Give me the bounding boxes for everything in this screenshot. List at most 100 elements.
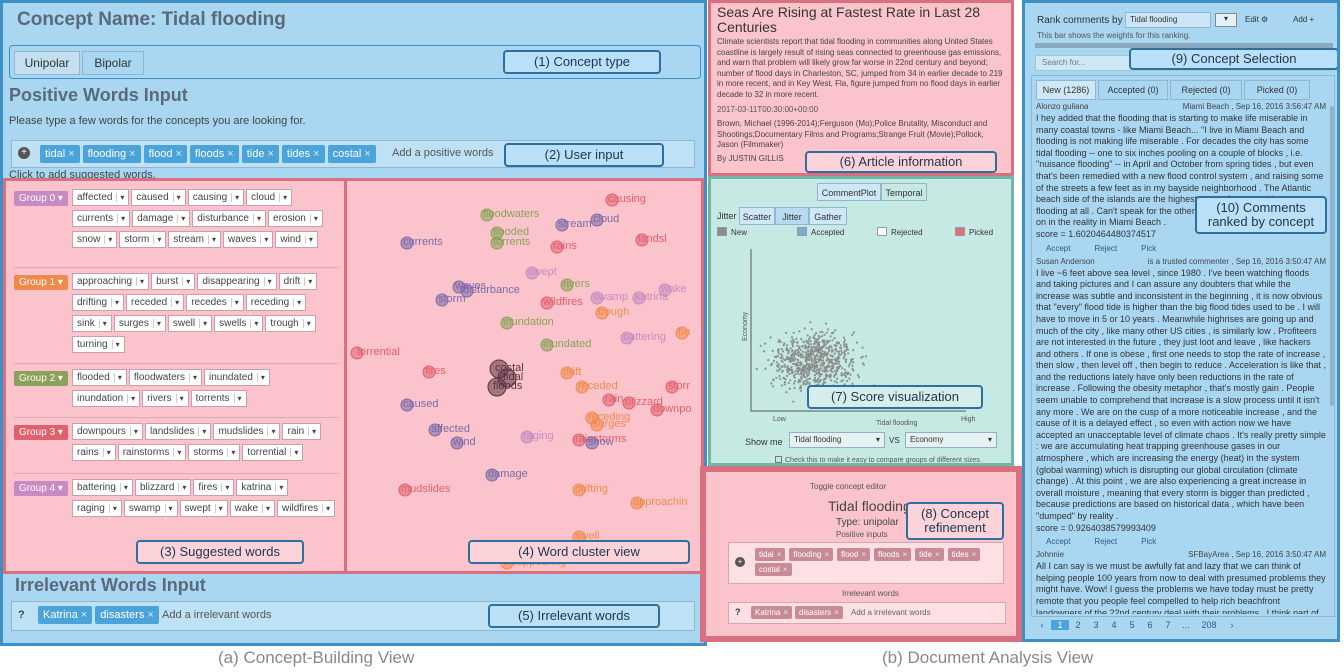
- suggested-word[interactable]: katrina ▾: [236, 479, 289, 496]
- close-icon[interactable]: ×: [834, 608, 839, 617]
- comment-point[interactable]: [846, 379, 849, 382]
- comment-point[interactable]: [833, 370, 836, 373]
- comment-point[interactable]: [790, 350, 794, 353]
- chevron-down-icon[interactable]: ▾: [267, 427, 275, 436]
- comment-point[interactable]: [843, 339, 846, 342]
- comment-point[interactable]: [841, 351, 844, 355]
- plus-icon[interactable]: +: [18, 147, 30, 159]
- suggested-word[interactable]: wake ▾: [229, 500, 276, 517]
- comment-point[interactable]: [843, 355, 846, 358]
- chevron-down-icon[interactable]: ▾: [127, 394, 135, 403]
- comment-point[interactable]: [813, 369, 816, 372]
- suggested-word[interactable]: rains ▾: [72, 444, 116, 461]
- comment-point[interactable]: [841, 367, 844, 370]
- word-chip[interactable]: flooding ×: [789, 548, 834, 561]
- comment-point[interactable]: [785, 391, 788, 394]
- comment-point[interactable]: [819, 355, 822, 358]
- comment-point[interactable]: [772, 378, 775, 381]
- suggested-word[interactable]: floodwaters ▾: [128, 369, 202, 386]
- chevron-down-icon[interactable]: ▾: [173, 448, 181, 457]
- comment-point[interactable]: [836, 342, 839, 345]
- comment-point[interactable]: [818, 341, 821, 344]
- chevron-down-icon[interactable]: ▾: [117, 214, 125, 223]
- legend-item[interactable]: Accepted: [797, 227, 844, 237]
- comment-point[interactable]: [783, 342, 786, 345]
- chevron-down-icon[interactable]: ▾: [102, 448, 111, 457]
- comment-point[interactable]: [794, 369, 797, 373]
- comment-point[interactable]: [837, 352, 840, 355]
- comment-point[interactable]: [755, 367, 758, 371]
- comment-point[interactable]: [795, 337, 798, 340]
- comment-point[interactable]: [845, 345, 848, 348]
- comment-point[interactable]: [862, 363, 866, 366]
- comment-point[interactable]: [790, 336, 794, 339]
- comment-point[interactable]: [835, 345, 838, 348]
- suggested-word[interactable]: torrents ▾: [190, 390, 247, 407]
- comment-point[interactable]: [831, 361, 834, 364]
- word-chip[interactable]: Katrina ×: [751, 606, 793, 619]
- close-icon[interactable]: ×: [364, 148, 370, 160]
- suggested-word[interactable]: rainstorms ▾: [117, 444, 187, 461]
- comment-point[interactable]: [795, 367, 799, 370]
- suggested-word[interactable]: inundated ▾: [203, 369, 270, 386]
- comment-point[interactable]: [782, 344, 785, 347]
- mode-jitter[interactable]: Jitter: [775, 207, 809, 225]
- comment-point[interactable]: [808, 355, 811, 358]
- comment-point[interactable]: [800, 356, 803, 359]
- comment-point[interactable]: [822, 359, 825, 362]
- suggested-word[interactable]: blizzard ▾: [134, 479, 192, 496]
- suggested-word[interactable]: receded ▾: [126, 294, 185, 311]
- comment-point[interactable]: [783, 381, 786, 384]
- comment-point[interactable]: [823, 353, 827, 356]
- chevron-down-icon[interactable]: ▾: [98, 319, 107, 328]
- comment-point[interactable]: [780, 353, 783, 356]
- comment-point[interactable]: [823, 367, 827, 370]
- comment-point[interactable]: [836, 368, 839, 372]
- chevron-down-icon[interactable]: ▾: [175, 394, 184, 403]
- comment-point[interactable]: [809, 350, 812, 354]
- toggle-editor[interactable]: Toggle concept editor: [810, 482, 886, 491]
- chevron-down-icon[interactable]: ▾: [152, 319, 161, 328]
- page-link[interactable]: 1: [1051, 620, 1069, 630]
- tab-unipolar[interactable]: Unipolar: [14, 51, 80, 75]
- comment-point[interactable]: [801, 345, 804, 348]
- comment-point[interactable]: [790, 372, 794, 375]
- comment-point[interactable]: [793, 351, 796, 354]
- chevron-down-icon[interactable]: ▾: [198, 427, 206, 436]
- comment-point[interactable]: [818, 369, 821, 372]
- chevron-down-icon[interactable]: ▾: [199, 319, 207, 328]
- comment-point[interactable]: [826, 353, 829, 356]
- comment-point[interactable]: [810, 328, 813, 331]
- comment-point[interactable]: [780, 347, 783, 351]
- suggested-word[interactable]: downpours ▾: [72, 423, 143, 440]
- chevron-down-icon[interactable]: ▾: [171, 298, 179, 307]
- comment-point[interactable]: [834, 329, 837, 332]
- comment-point[interactable]: [829, 335, 832, 338]
- comment-tab[interactable]: Picked (0): [1244, 80, 1310, 100]
- comment-point[interactable]: [814, 361, 817, 364]
- group-tag[interactable]: Group 4 ▾: [14, 481, 68, 496]
- comment-point[interactable]: [799, 389, 803, 392]
- comment-point[interactable]: [786, 368, 789, 371]
- legend-item[interactable]: New: [717, 227, 747, 237]
- comment-tab[interactable]: Rejected (0): [1170, 80, 1242, 100]
- comment-point[interactable]: [815, 345, 818, 348]
- comment-point[interactable]: [816, 372, 819, 375]
- word-chip[interactable]: tide ×: [915, 548, 944, 561]
- comment-point[interactable]: [795, 364, 798, 367]
- chevron-down-icon[interactable]: ▾: [256, 373, 265, 382]
- suggested-word[interactable]: wildfires ▾: [277, 500, 336, 517]
- comment-point[interactable]: [815, 380, 818, 383]
- comment-point[interactable]: [860, 356, 863, 359]
- comment-point[interactable]: [827, 349, 830, 352]
- chevron-down-icon[interactable]: ▾: [230, 298, 239, 307]
- comment-point[interactable]: [796, 358, 799, 361]
- comment-point[interactable]: [786, 355, 789, 358]
- help-icon[interactable]: ?: [735, 607, 741, 617]
- close-icon[interactable]: ×: [777, 550, 782, 559]
- comment-item[interactable]: Johnnie SFBayArea , Sep 16, 2016 3:50:47 …: [1036, 550, 1326, 614]
- chevron-down-icon[interactable]: ▾: [188, 373, 197, 382]
- comment-point[interactable]: [787, 352, 790, 355]
- close-icon[interactable]: ×: [861, 550, 866, 559]
- comment-point[interactable]: [822, 344, 826, 347]
